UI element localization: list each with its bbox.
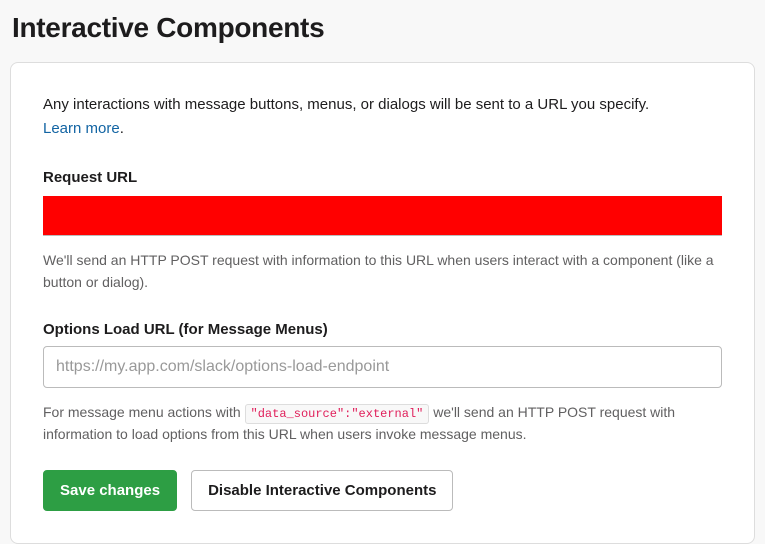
intro-block: Any interactions with message buttons, m… <box>43 93 722 141</box>
options-load-url-label: Options Load URL (for Message Menus) <box>43 321 722 338</box>
learn-more-dot: . <box>120 120 124 137</box>
intro-text: Any interactions with message buttons, m… <box>43 96 649 113</box>
settings-panel: Any interactions with message buttons, m… <box>10 62 755 544</box>
request-url-label: Request URL <box>43 169 722 186</box>
button-row: Save changes Disable Interactive Compone… <box>43 470 722 512</box>
options-load-url-help: For message menu actions with "data_sour… <box>43 402 722 445</box>
options-help-pre: For message menu actions with <box>43 404 245 420</box>
save-button[interactable]: Save changes <box>43 470 177 512</box>
options-load-url-input[interactable] <box>43 346 722 388</box>
disable-button[interactable]: Disable Interactive Components <box>191 470 453 512</box>
learn-more-link[interactable]: Learn more <box>43 120 120 137</box>
request-url-help: We'll send an HTTP POST request with inf… <box>43 250 722 293</box>
page-title: Interactive Components <box>0 0 765 62</box>
options-help-code: "data_source":"external" <box>245 404 430 424</box>
request-url-input[interactable] <box>43 196 722 236</box>
